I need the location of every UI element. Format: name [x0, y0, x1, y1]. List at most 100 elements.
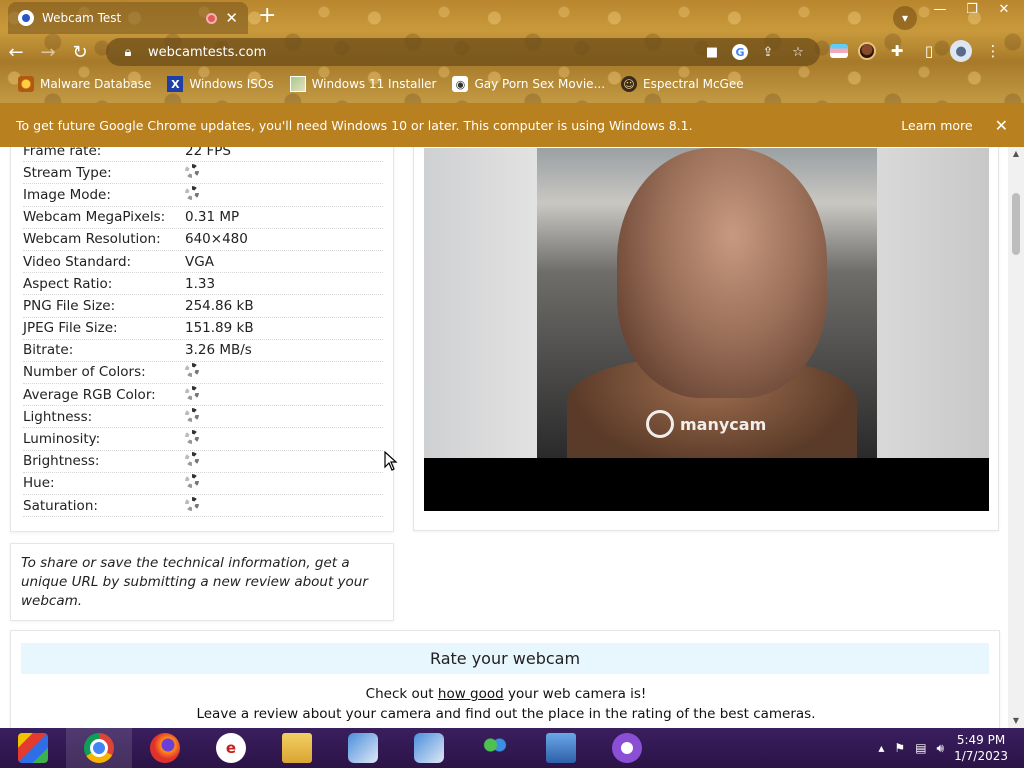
info-row: Brightness: — [23, 451, 383, 473]
info-value: 254.86 kB — [185, 297, 254, 314]
info-value — [185, 185, 383, 204]
taskbar-explorer[interactable] — [264, 728, 330, 768]
rate-heading: Rate your webcam — [21, 643, 989, 674]
firefox-icon — [150, 733, 180, 763]
scroll-thumb[interactable] — [1012, 193, 1020, 255]
info-value: 1.33 — [185, 275, 216, 292]
tab-close-icon[interactable]: ✕ — [225, 10, 238, 26]
info-value — [185, 407, 383, 426]
installer-icon — [414, 733, 444, 763]
info-label: Brightness: — [23, 453, 100, 470]
forward-button[interactable]: → — [32, 36, 64, 68]
rate-line-2: Leave a review about your camera and fin… — [196, 706, 816, 722]
info-label: Webcam MegaPixels: — [23, 209, 166, 226]
profile-avatar[interactable]: ● — [950, 40, 972, 62]
info-row: Lightness: — [23, 406, 383, 429]
network-icon[interactable]: ▤ — [915, 741, 926, 755]
infobar-message: To get future Google Chrome updates, you… — [16, 117, 693, 133]
info-label: Luminosity: — [23, 431, 101, 448]
bookmark-windows-isos[interactable]: X Windows ISOs — [167, 76, 274, 92]
lock-icon[interactable]: 🔒︎ — [118, 45, 138, 60]
taskbar-pc[interactable] — [528, 728, 594, 768]
loading-spinner-icon — [185, 496, 199, 511]
taskbar-app[interactable] — [594, 728, 660, 768]
tab-search-button[interactable]: ▾ — [893, 6, 917, 30]
installer-icon — [348, 733, 378, 763]
volume-icon[interactable]: 🔊︎ — [937, 741, 945, 756]
window-controls: — ❐ ✕ — [926, 0, 1018, 18]
info-value: VGA — [185, 253, 214, 270]
taskbar-start[interactable] — [0, 728, 66, 768]
info-row: Aspect Ratio: 1.33 — [23, 273, 383, 296]
tray-expand-icon[interactable]: ▴ — [878, 741, 884, 755]
share-note-card: To share or save the technical informati… — [10, 543, 394, 621]
internet-explorer-icon: e — [216, 733, 246, 763]
info-value — [185, 385, 383, 404]
close-window-button[interactable]: ✕ — [990, 0, 1018, 18]
info-label: Saturation: — [23, 497, 98, 514]
info-row: Hue: — [23, 473, 383, 495]
bookmark-star-icon[interactable]: ☆ — [788, 45, 808, 60]
action-center-flag-icon[interactable]: ⚑ — [894, 741, 905, 755]
scroll-up-icon[interactable]: ▲ — [1008, 147, 1024, 161]
info-label: Hue: — [23, 475, 55, 492]
back-button[interactable]: ← — [0, 36, 32, 68]
webcam-video[interactable]: manycam — [424, 148, 989, 511]
menu-kebab-icon[interactable]: ⋮ — [982, 40, 1004, 62]
bookmark-label: Windows 11 Installer — [311, 77, 437, 91]
loading-spinner-icon — [185, 452, 199, 467]
taskbar-firefox[interactable] — [132, 728, 198, 768]
info-row: Video Standard: VGA — [23, 251, 383, 274]
camera-in-use-icon[interactable]: ■ — [702, 45, 722, 60]
share-icon[interactable]: ⇪ — [758, 45, 778, 60]
taskbar-clock[interactable]: 5:49 PM 1/7/2023 — [954, 732, 1008, 764]
info-label: PNG File Size: — [23, 297, 116, 314]
taskbar-chrome[interactable] — [66, 728, 132, 768]
info-label: JPEG File Size: — [23, 320, 118, 337]
info-value — [185, 474, 383, 492]
folder-icon — [282, 733, 312, 763]
taskbar-installer-1[interactable] — [330, 728, 396, 768]
taskbar-ie[interactable]: e — [198, 728, 264, 768]
info-value: 640×480 — [185, 231, 248, 248]
x-icon: X — [167, 76, 184, 92]
info-row: Number of Colors: — [23, 362, 383, 385]
taskbar-people[interactable] — [462, 728, 528, 768]
url-text[interactable]: webcamtests.com — [148, 45, 692, 60]
bookmark-site[interactable]: ◉ Gay Porn Sex Movie... — [452, 76, 605, 92]
new-tab-button[interactable]: + — [258, 4, 276, 28]
bookmark-label: Malware Database — [40, 77, 152, 91]
info-value — [185, 430, 383, 448]
flag-extension-icon[interactable] — [830, 44, 848, 58]
site-icon: ◉ — [452, 76, 469, 92]
manycam-logo-icon — [646, 410, 674, 438]
taskbar-installer-2[interactable] — [396, 728, 462, 768]
reload-button[interactable]: ↻ — [64, 36, 96, 68]
how-good-link[interactable]: how good — [438, 686, 504, 702]
computer-icon — [546, 733, 576, 763]
malware-icon — [18, 76, 34, 92]
restore-button[interactable]: ❐ — [958, 0, 986, 18]
profile-extension-icon[interactable] — [858, 42, 876, 60]
info-label: Lightness: — [23, 408, 93, 425]
info-value — [185, 452, 383, 470]
learn-more-link[interactable]: Learn more — [901, 118, 972, 133]
info-row: Webcam MegaPixels: 0.31 MP — [23, 207, 383, 229]
info-label: Image Mode: — [23, 186, 111, 203]
bookmark-malware-database[interactable]: Malware Database — [18, 76, 151, 92]
app-icon — [612, 733, 642, 763]
side-panel-icon[interactable]: ▯ — [918, 40, 940, 62]
address-bar[interactable]: 🔒︎ webcamtests.com ■ G ⇪ ☆ — [106, 38, 820, 66]
scroll-down-icon[interactable]: ▼ — [1008, 714, 1024, 728]
infobar-close-icon[interactable]: ✕ — [995, 116, 1008, 135]
google-lens-icon[interactable]: G — [732, 44, 748, 60]
info-value — [185, 496, 383, 515]
browser-toolbar: ← → ↻ 🔒︎ webcamtests.com ■ G ⇪ ☆ ✚ ▯ ● ⋮ — [0, 36, 1024, 68]
bookmark-windows-11-installer[interactable]: Windows 11 Installer — [289, 76, 437, 92]
page-scrollbar[interactable]: ▲ ▼ — [1008, 147, 1024, 728]
bookmark-espectral-mcgee[interactable]: ☺ Espectral McGee — [621, 76, 744, 92]
extensions-puzzle-icon[interactable]: ✚ — [886, 40, 908, 62]
tab-webcam-test[interactable]: Webcam Test ✕ — [8, 2, 248, 34]
minimize-button[interactable]: — — [926, 0, 954, 18]
manycam-watermark: manycam — [646, 410, 766, 438]
